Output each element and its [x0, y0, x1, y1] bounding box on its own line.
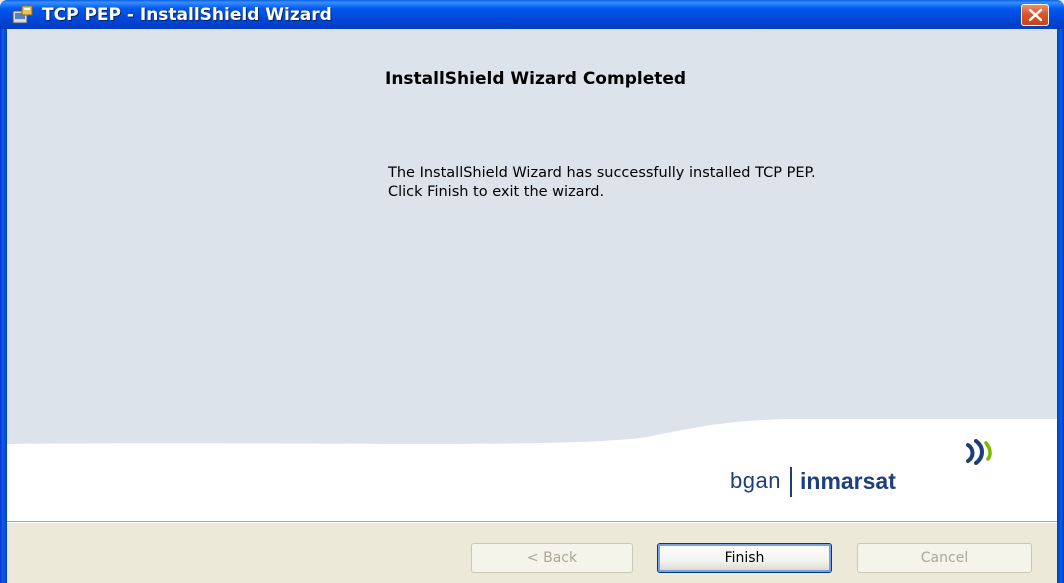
wizard-heading: InstallShield Wizard Completed: [385, 69, 687, 89]
logo-bgan-text: bgan: [730, 468, 781, 493]
installer-icon: [12, 5, 34, 25]
logo-inmarsat-text: inmarsat: [800, 468, 896, 494]
message-line: The InstallShield Wizard has successfull…: [388, 165, 816, 181]
logo-divider: [790, 467, 792, 497]
close-icon: [1028, 8, 1043, 22]
wizard-message: The InstallShield Wizard has successfull…: [388, 164, 816, 202]
bgan-inmarsat-logo: bgan inmarsat: [730, 439, 1000, 499]
wizard-panel: InstallShield Wizard Completed The Insta…: [7, 29, 1057, 521]
window-border-left: [0, 29, 7, 583]
back-button[interactable]: < Back: [471, 543, 633, 573]
finish-button[interactable]: Finish: [657, 543, 832, 573]
footer-separator-highlight: [7, 522, 1057, 523]
signal-waves-icon: [966, 439, 992, 465]
message-line: Click Finish to exit the wizard.: [388, 184, 605, 200]
window-border-right: [1057, 29, 1064, 583]
title-bar[interactable]: TCP PEP - InstallShield Wizard: [0, 0, 1064, 29]
window-title: TCP PEP - InstallShield Wizard: [42, 5, 332, 25]
cancel-button[interactable]: Cancel: [857, 543, 1032, 573]
close-button[interactable]: [1021, 4, 1049, 26]
installshield-window: TCP PEP - InstallShield Wizard InstallSh…: [0, 0, 1064, 583]
